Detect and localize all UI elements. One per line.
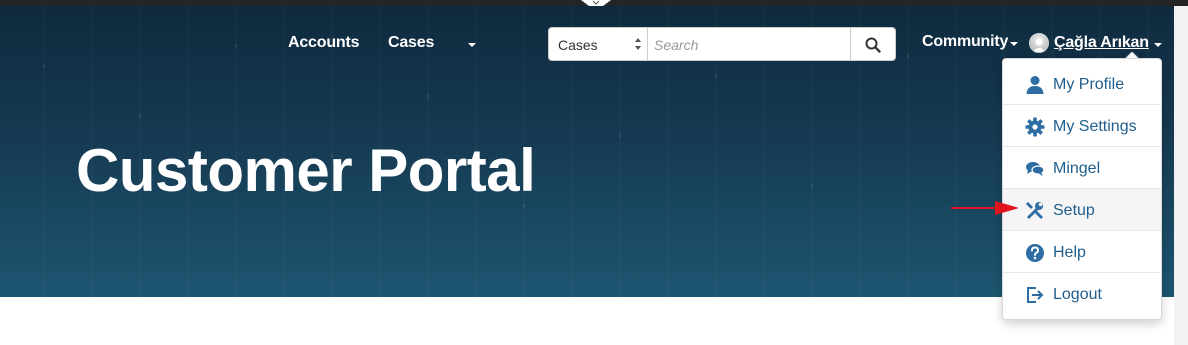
menu-item-my-settings[interactable]: My Settings bbox=[1003, 105, 1161, 147]
select-arrows-icon bbox=[635, 38, 641, 50]
tools-icon bbox=[1026, 202, 1043, 219]
user-icon bbox=[1026, 76, 1044, 94]
search-scope-value: Cases bbox=[558, 37, 598, 53]
default-user-avatar-icon bbox=[1032, 38, 1046, 52]
search-input[interactable]: Search bbox=[648, 27, 851, 61]
menu-item-label: My Profile bbox=[1053, 76, 1125, 93]
avatar[interactable] bbox=[1029, 33, 1049, 53]
menu-item-label: Mingel bbox=[1053, 160, 1101, 177]
page-title: Customer Portal bbox=[76, 137, 536, 204]
scroll-edge bbox=[1174, 6, 1188, 345]
menu-item-mingel[interactable]: Mingel bbox=[1003, 147, 1161, 189]
logout-icon bbox=[1027, 287, 1044, 303]
menu-item-help[interactable]: Help bbox=[1003, 231, 1161, 273]
menu-item-label: Logout bbox=[1053, 286, 1102, 303]
search-icon bbox=[865, 37, 881, 53]
nav-community-link[interactable]: Community bbox=[922, 33, 1008, 51]
user-dropdown-menu: My Profile My Settings Mingel Setup Help… bbox=[1002, 58, 1162, 320]
user-menu-toggle[interactable]: Çağla Arıkan bbox=[1054, 34, 1149, 52]
help-icon bbox=[1026, 244, 1044, 262]
more-tabs-caret-icon[interactable] bbox=[468, 43, 476, 47]
search-placeholder: Search bbox=[654, 37, 699, 53]
menu-item-setup[interactable]: Setup bbox=[1003, 189, 1161, 231]
community-caret-icon[interactable] bbox=[1010, 42, 1018, 46]
menu-item-logout[interactable]: Logout bbox=[1003, 273, 1161, 315]
menu-item-label: My Settings bbox=[1053, 118, 1137, 135]
user-caret-icon[interactable] bbox=[1154, 43, 1162, 47]
search-button[interactable] bbox=[850, 27, 896, 61]
search-scope-select[interactable]: Cases bbox=[548, 27, 648, 61]
menu-item-label: Help bbox=[1053, 244, 1086, 261]
menu-item-my-profile[interactable]: My Profile bbox=[1003, 63, 1161, 105]
gear-icon bbox=[1025, 117, 1045, 137]
chat-bubbles-icon bbox=[1026, 162, 1045, 176]
nav-accounts-link[interactable]: Accounts bbox=[288, 34, 360, 52]
menu-item-label: Setup bbox=[1053, 202, 1095, 219]
annotation-arrow-icon bbox=[951, 201, 1019, 215]
nav-cases-link[interactable]: Cases bbox=[388, 34, 434, 52]
